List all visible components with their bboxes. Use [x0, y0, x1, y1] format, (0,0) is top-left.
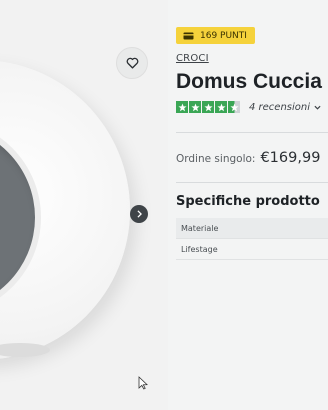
spec-row: Lifestage — [176, 239, 328, 260]
divider — [176, 182, 328, 183]
mouse-cursor-icon — [138, 376, 148, 390]
rating-row: 4 recensioni — [176, 101, 321, 113]
spec-table: Materiale Lifestage — [176, 218, 328, 260]
brand-link[interactable]: CROCI — [176, 53, 209, 64]
price-row: Ordine singolo: €169,99 — [176, 150, 320, 166]
half-star-icon — [228, 101, 240, 113]
spec-label: Lifestage — [181, 244, 218, 254]
card-icon — [183, 32, 194, 39]
star-icon — [176, 101, 188, 113]
spec-label: Materiale — [181, 223, 219, 233]
heart-icon — [126, 57, 138, 69]
star-icon — [202, 101, 214, 113]
product-details: 169 PUNTI CROCI Domus Cuccia p 4 recensi… — [176, 0, 328, 410]
reviews-count: 4 recensioni — [249, 101, 311, 113]
price-value: €169,99 — [260, 150, 321, 166]
price-label: Ordine singolo: — [176, 153, 256, 165]
chevron-right-icon — [136, 210, 142, 218]
star-rating — [176, 101, 240, 113]
divider — [176, 132, 328, 133]
spec-row: Materiale — [176, 218, 328, 239]
product-title: Domus Cuccia p — [176, 70, 328, 93]
star-icon — [189, 101, 201, 113]
wishlist-button[interactable] — [116, 47, 148, 79]
pet-bed-base — [0, 343, 50, 357]
chevron-down-icon — [314, 105, 321, 110]
points-label: 169 PUNTI — [200, 30, 247, 41]
reviews-link[interactable]: 4 recensioni — [249, 102, 321, 113]
specs-title: Specifiche prodotto — [176, 194, 320, 209]
points-badge: 169 PUNTI — [176, 27, 255, 44]
next-image-button[interactable] — [130, 205, 148, 223]
star-icon — [215, 101, 227, 113]
